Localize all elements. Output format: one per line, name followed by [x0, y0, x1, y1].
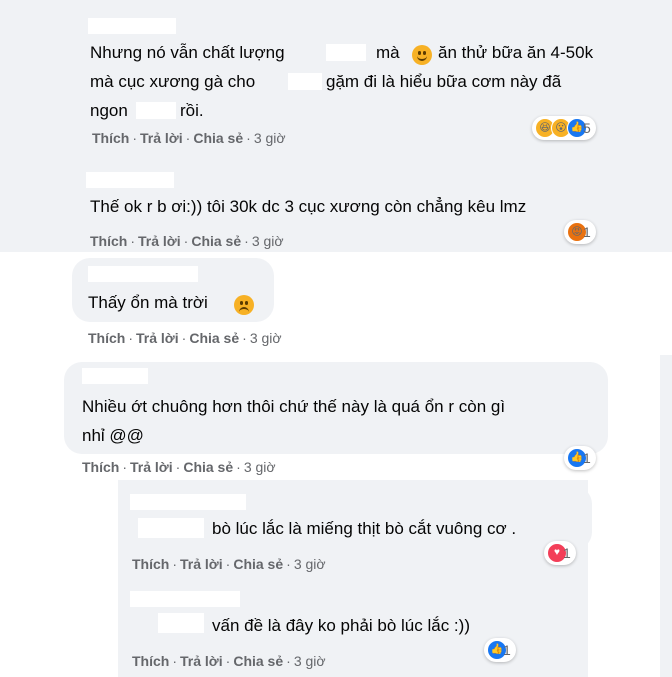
reply-text: bò lúc lắc là miếng thịt bò cắt vuông cơ…: [212, 519, 517, 538]
separator: ·: [172, 556, 178, 572]
separator: ·: [246, 130, 251, 146]
share-link[interactable]: Chia sẻ: [183, 459, 233, 475]
separator: ·: [236, 459, 241, 475]
reply-link[interactable]: Trả lời: [130, 459, 173, 475]
comment-actions: Thích · Trả lời · Chia sẻ · 3 giờ: [132, 556, 326, 572]
separator: ·: [225, 556, 231, 572]
reply-text: vấn đề là đây ko phải bò lúc lắc :)): [212, 616, 470, 635]
comment-text: Nhưng nó vẫn chất lượng: [90, 43, 285, 62]
comment-actions: Thích · Trả lời · Chia sẻ · 3 giờ: [82, 459, 276, 475]
timestamp-link[interactable]: 3 giờ: [244, 459, 276, 475]
comment-actions: Thích · Trả lời · Chia sẻ · 3 giờ: [90, 233, 284, 249]
redacted-text: [326, 44, 366, 61]
like-link[interactable]: Thích: [90, 233, 127, 249]
separator: ·: [183, 233, 189, 249]
separator: ·: [175, 459, 181, 475]
reply-link[interactable]: Trả lời: [140, 130, 183, 146]
separator: ·: [286, 653, 291, 669]
reaction-count: 1: [503, 642, 511, 658]
comment-bubble: Thấy ổn mà trời: [72, 258, 274, 322]
comment-bubble: Thế ok r b ơi:)) tôi 30k dc 3 cục xương …: [70, 164, 610, 224]
reply-link[interactable]: Trả lời: [180, 653, 223, 669]
reply-link[interactable]: Trả lời: [180, 556, 223, 572]
redacted-text: [288, 73, 322, 90]
redacted-author-name: [86, 172, 174, 188]
comment-text: rồi.: [180, 101, 204, 120]
redacted-author-name: [130, 591, 240, 607]
redacted-author-name: [88, 266, 198, 282]
comment-text: mà cục xương gà cho: [90, 72, 256, 91]
timestamp-link[interactable]: 3 giờ: [252, 233, 284, 249]
share-link[interactable]: Chia sẻ: [233, 556, 283, 572]
share-link[interactable]: Chia sẻ: [193, 130, 243, 146]
share-link[interactable]: Chia sẻ: [189, 330, 239, 346]
separator: ·: [244, 233, 249, 249]
comment-text: Thấy ổn mà trời: [88, 293, 208, 312]
like-link[interactable]: Thích: [132, 556, 169, 572]
reaction-count: 1: [583, 450, 591, 466]
comment-text: Thế ok r b ơi:)) tôi 30k dc 3 cục xương …: [90, 197, 527, 216]
redacted-author-name: [82, 368, 148, 384]
timestamp-link[interactable]: 3 giờ: [294, 556, 326, 572]
like-link[interactable]: Thích: [82, 459, 119, 475]
reply-bubble: bò lúc lắc là miếng thịt bò cắt vuông cơ…: [118, 486, 592, 550]
separator: ·: [128, 330, 134, 346]
share-link[interactable]: Chia sẻ: [191, 233, 241, 249]
like-link[interactable]: Thích: [92, 130, 129, 146]
comment-text: ăn thử bữa ăn 4-50k: [438, 43, 594, 62]
comment-bubble: Nhiều ớt chuông hơn thôi chứ thế này là …: [64, 362, 608, 454]
separator: ·: [132, 130, 138, 146]
timestamp-link[interactable]: 3 giờ: [250, 330, 282, 346]
like-link[interactable]: Thích: [88, 330, 125, 346]
reply-link[interactable]: Trả lời: [138, 233, 181, 249]
screenshot-strip: [660, 355, 672, 677]
redacted-text: [136, 102, 176, 119]
reaction-count: 1: [563, 545, 571, 561]
timestamp-link[interactable]: 3 giờ: [254, 130, 286, 146]
redacted-author-name: [130, 494, 246, 510]
separator: ·: [242, 330, 247, 346]
redacted-author-name: [88, 18, 176, 34]
separator: ·: [122, 459, 128, 475]
pleading-face-emoji-icon: [234, 295, 254, 315]
redacted-mention: [158, 613, 204, 633]
separator: ·: [181, 330, 187, 346]
comment-actions: Thích · Trả lời · Chia sẻ · 3 giờ: [92, 130, 286, 146]
reaction-summary[interactable]: 😡 1: [564, 220, 596, 244]
separator: ·: [130, 233, 136, 249]
redacted-mention: [138, 518, 204, 538]
reply-bubble: vấn đề là đây ko phải bò lúc lắc :)): [118, 583, 530, 645]
comment-actions: Thích · Trả lời · Chia sẻ · 3 giờ: [132, 653, 326, 669]
timestamp-link[interactable]: 3 giờ: [294, 653, 326, 669]
separator: ·: [185, 130, 191, 146]
reaction-count: 1: [583, 224, 591, 240]
separator: ·: [225, 653, 231, 669]
share-link[interactable]: Chia sẻ: [233, 653, 283, 669]
like-link[interactable]: Thích: [132, 653, 169, 669]
comment-actions: Thích · Trả lời · Chia sẻ · 3 giờ: [88, 330, 282, 346]
reaction-summary[interactable]: 👍 1: [484, 638, 516, 662]
comment-text: ngon: [90, 101, 128, 120]
comment-text: gặm đi là hiểu bữa cơm này đã: [326, 72, 562, 91]
reaction-summary[interactable]: 😆 😮 👍 5: [532, 116, 596, 140]
reaction-summary[interactable]: ♥ 1: [544, 541, 576, 565]
reaction-count: 5: [583, 120, 591, 136]
separator: ·: [286, 556, 291, 572]
comment-bubble: Nhưng nó vẫn chất lượng mà ăn thử bữa ăn…: [70, 10, 616, 124]
comment-text: Nhiều ớt chuông hơn thôi chứ thế này là …: [82, 397, 506, 416]
smile-emoji-icon: [412, 45, 432, 65]
separator: ·: [172, 653, 178, 669]
comment-text: nhỉ @@: [82, 426, 144, 445]
reply-link[interactable]: Trả lời: [136, 330, 179, 346]
reaction-summary[interactable]: 👍 1: [564, 446, 596, 470]
comment-text: mà: [376, 43, 400, 62]
